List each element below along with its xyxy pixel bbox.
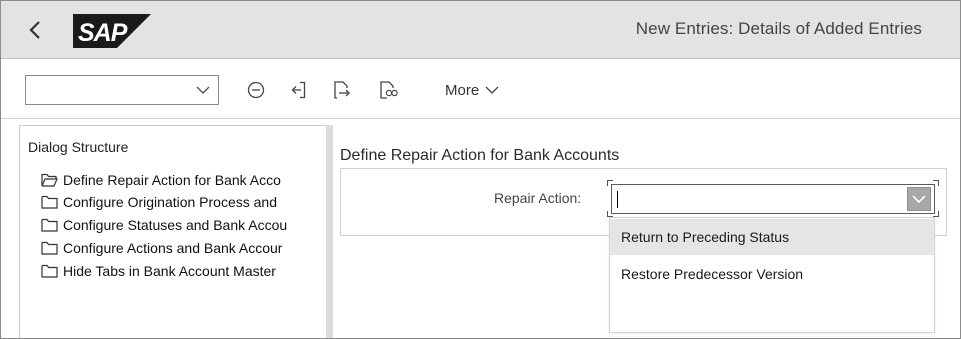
- tree-item-label: Configure Origination Process and: [63, 194, 278, 210]
- chevron-left-icon: [29, 21, 40, 39]
- tree-item-define-repair-action[interactable]: Define Repair Action for Bank Acco: [41, 169, 326, 191]
- toolbar: More: [1, 60, 960, 119]
- exit-icon: [291, 81, 306, 99]
- folder-icon: [41, 218, 58, 232]
- command-input[interactable]: [26, 76, 186, 104]
- repair-action-label: Repair Action:: [494, 190, 582, 206]
- pane-splitter[interactable]: [326, 125, 333, 338]
- app-window: SAP New Entries: Details of Added Entrie…: [0, 0, 961, 339]
- export-icon: [334, 81, 350, 99]
- more-button[interactable]: More: [445, 77, 499, 103]
- repair-action-combobox[interactable]: [611, 184, 935, 214]
- tree-item-label: Hide Tabs in Bank Account Master: [63, 263, 276, 279]
- text-cursor: [617, 191, 618, 208]
- back-button[interactable]: [23, 17, 47, 43]
- folder-icon: [41, 241, 58, 255]
- folder-icon: [41, 264, 58, 278]
- find-button[interactable]: [377, 77, 401, 103]
- tree-item-label: Define Repair Action for Bank Acco: [63, 172, 281, 188]
- page-title: New Entries: Details of Added Entries: [635, 19, 922, 38]
- option-restore-predecessor-version[interactable]: Restore Predecessor Version: [610, 256, 934, 292]
- more-label: More: [445, 81, 480, 99]
- repair-action-dropdown-button[interactable]: [907, 187, 931, 211]
- repair-action-options: Return to Preceding Status Restore Prede…: [609, 217, 935, 333]
- command-field[interactable]: [25, 75, 219, 105]
- sap-logo: SAP: [73, 14, 151, 48]
- minus-circle-icon: [247, 81, 265, 99]
- chevron-down-icon: [912, 195, 926, 204]
- dialog-structure-pane: Dialog Structure Define Repair Action fo…: [19, 125, 326, 338]
- folder-icon: [41, 195, 58, 209]
- shell-header: SAP New Entries: Details of Added Entrie…: [1, 1, 960, 59]
- chevron-down-icon: [485, 86, 499, 94]
- sap-logo-text: SAP: [78, 19, 128, 47]
- cancel-button[interactable]: [245, 77, 267, 103]
- folder-open-icon: [41, 173, 58, 187]
- tree-item-label: Configure Actions and Bank Accour: [63, 240, 283, 256]
- dropdown-chevron-icon[interactable]: [196, 84, 210, 96]
- tree-item-configure-origination[interactable]: Configure Origination Process and: [41, 191, 326, 213]
- tree-item-label: Configure Statuses and Bank Accou: [63, 217, 288, 233]
- tree-item-configure-statuses[interactable]: Configure Statuses and Bank Accou: [41, 214, 326, 236]
- tree-item-hide-tabs[interactable]: Hide Tabs in Bank Account Master: [41, 260, 326, 282]
- option-return-to-preceding-status[interactable]: Return to Preceding Status: [610, 219, 934, 255]
- exit-button[interactable]: [287, 77, 309, 103]
- export-button[interactable]: [331, 77, 353, 103]
- search-document-icon: [380, 81, 398, 99]
- tree-item-configure-actions[interactable]: Configure Actions and Bank Accour: [41, 237, 326, 259]
- section-title: Define Repair Action for Bank Accounts: [340, 147, 620, 164]
- dialog-structure-title: Dialog Structure: [28, 139, 129, 155]
